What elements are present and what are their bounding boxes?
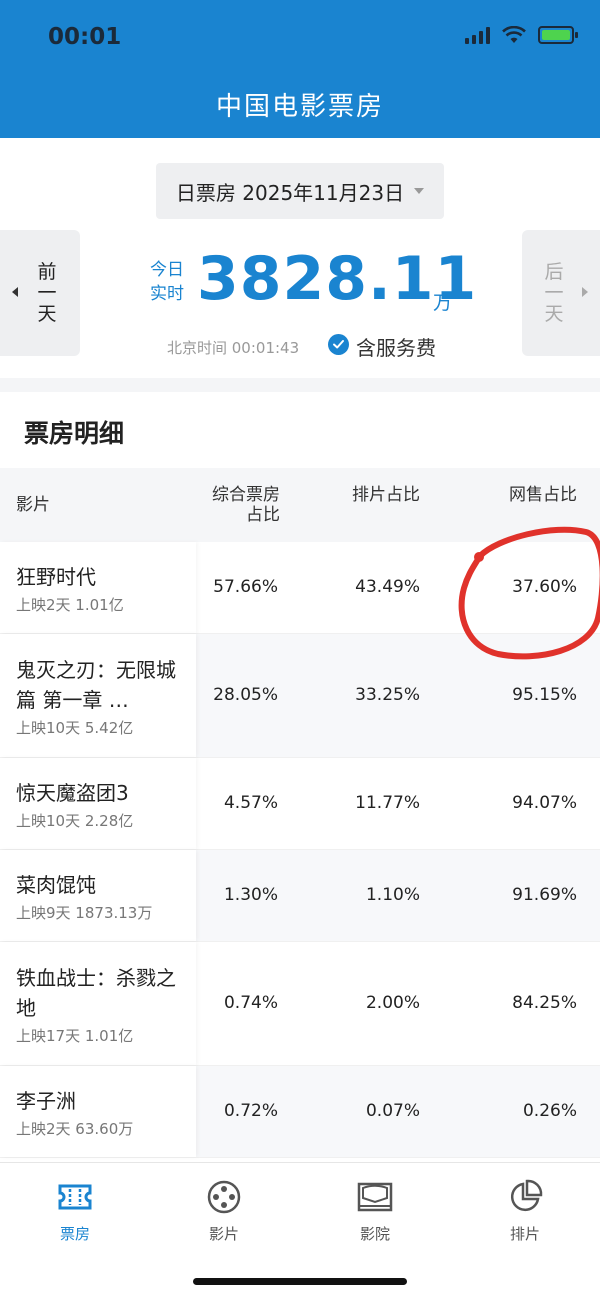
film-name[interactable]: 菜肉馄饨: [16, 850, 181, 900]
beijing-time: 北京时间 00:01:43: [167, 339, 300, 357]
film-cell[interactable]: 菜肉馄饨上映9天 1873.13万: [0, 850, 196, 941]
tab-schedule[interactable]: 排片: [475, 1179, 575, 1244]
schedule-share-cell: 0.07%: [365, 1101, 420, 1121]
check-circle-icon[interactable]: [328, 334, 349, 355]
box-share-cell: 28.05%: [213, 685, 278, 705]
ticket-icon: [25, 1179, 125, 1215]
film-info: 上映10天 2.28亿: [16, 812, 134, 830]
film-cell[interactable]: 鬼灭之刃：无限城篇 第一章 … 上映10天 5.42亿: [0, 634, 196, 757]
film-info: 上映10天 5.42亿: [16, 719, 134, 737]
tab-label: 影院: [359, 1225, 390, 1243]
tab-label: 票房: [59, 1225, 90, 1243]
online-share-cell: 37.60%: [512, 577, 577, 597]
pie-chart-icon: [475, 1179, 575, 1215]
col-schedule-share[interactable]: 排片占比: [352, 485, 420, 505]
date-selector[interactable]: 日票房 2025年11月23日: [156, 163, 444, 219]
online-share-cell: 95.15%: [512, 685, 577, 705]
film-name[interactable]: 惊天魔盗团3: [16, 758, 181, 808]
date-selector-label: 日票房 2025年11月23日: [175, 180, 405, 205]
box-share-cell: 57.66%: [213, 577, 278, 597]
film-name[interactable]: 李子洲: [16, 1066, 181, 1116]
col-online-share[interactable]: 网售占比: [509, 485, 577, 505]
prev-day-label: 前一天: [37, 260, 57, 325]
app-header: 00:01 中国电影票房: [0, 0, 600, 138]
film-name[interactable]: 狂野时代: [16, 542, 181, 592]
detail-title: 票房明细: [24, 419, 125, 448]
schedule-share-cell: 2.00%: [365, 993, 420, 1013]
next-day-label: 后一天: [544, 260, 564, 325]
tab-bar: 票房 影片 影院 排片: [0, 1162, 600, 1297]
table-header: 影片 综合票房占比 排片占比 网售占比: [0, 468, 600, 542]
film-cell[interactable]: 铁血战士：杀戮之地上映17天 1.01亿: [0, 942, 196, 1065]
box-office-detail: 票房明细 影片 综合票房占比 排片占比 网售占比 狂野时代上映2天 1.01亿 5…: [0, 392, 600, 1162]
tab-films[interactable]: 影片: [174, 1179, 274, 1244]
schedule-share-cell: 33.25%: [355, 685, 420, 705]
film-cell[interactable]: 惊天魔盗团3 上映10天 2.28亿: [0, 758, 196, 849]
online-share-cell: 0.26%: [522, 1101, 577, 1121]
schedule-share-cell: 11.77%: [355, 793, 420, 813]
tab-box-office[interactable]: 票房: [25, 1179, 125, 1244]
chevron-down-icon: [414, 188, 425, 194]
schedule-share-cell: 43.49%: [355, 577, 420, 597]
signal-icon: [465, 26, 490, 44]
table-row[interactable]: 狂野时代上映2天 1.01亿 57.66% 43.49% 37.60%: [0, 542, 600, 634]
col-film: 影片: [16, 495, 50, 515]
box-share-cell: 1.30%: [223, 885, 278, 905]
next-day-button[interactable]: 后一天: [522, 230, 600, 356]
box-share-cell: 0.74%: [223, 993, 278, 1013]
chevron-left-icon: [12, 287, 18, 297]
tab-cinemas[interactable]: 影院: [325, 1179, 425, 1244]
chevron-right-icon: [582, 287, 588, 297]
table-row[interactable]: 李子洲上映2天 63.60万 0.72% 0.07% 0.26%: [0, 1066, 600, 1158]
online-share-cell: 94.07%: [512, 793, 577, 813]
today-realtime-label: 今日实时: [150, 260, 184, 304]
box-office-summary: 日票房 2025年11月23日 前一天 后一天 今日实时 3828.11 万 北…: [0, 138, 600, 378]
film-name[interactable]: 鬼灭之刃：无限城篇 第一章 …: [16, 634, 181, 715]
box-share-cell: 4.57%: [223, 793, 278, 813]
box-office-table: 影片 综合票房占比 排片占比 网售占比 狂野时代上映2天 1.01亿 57.66%…: [0, 468, 600, 1158]
table-row[interactable]: 惊天魔盗团3 上映10天 2.28亿 4.57% 11.77% 94.07%: [0, 758, 600, 850]
prev-day-button[interactable]: 前一天: [0, 230, 80, 356]
film-name[interactable]: 铁血战士：杀戮之地: [16, 942, 181, 1023]
online-share-cell: 91.69%: [512, 885, 577, 905]
page-title: 中国电影票房: [215, 92, 384, 122]
schedule-share-cell: 1.10%: [365, 885, 420, 905]
table-row[interactable]: 铁血战士：杀戮之地上映17天 1.01亿 0.74% 2.00% 84.25%: [0, 942, 600, 1066]
online-share-cell: 84.25%: [512, 993, 577, 1013]
tab-label: 影片: [208, 1225, 239, 1243]
film-cell[interactable]: 李子洲上映2天 63.60万: [0, 1066, 196, 1157]
film-info: 上映2天 63.60万: [16, 1120, 134, 1138]
table-row[interactable]: 鬼灭之刃：无限城篇 第一章 … 上映10天 5.42亿 28.05% 33.25% 95…: [0, 634, 600, 758]
box-share-cell: 0.72%: [223, 1101, 278, 1121]
table-row[interactable]: 菜肉馄饨上映9天 1873.13万 1.30% 1.10% 91.69%: [0, 850, 600, 942]
film-info: 上映2天 1.01亿: [16, 596, 124, 614]
battery-icon: [538, 26, 578, 44]
film-reel-icon: [174, 1179, 274, 1215]
film-info: 上映9天 1873.13万: [16, 904, 153, 922]
film-cell[interactable]: 狂野时代上映2天 1.01亿: [0, 542, 196, 633]
status-icons: [465, 26, 578, 44]
cinema-screen-icon: [325, 1179, 425, 1215]
col-box-share[interactable]: 综合票房占比: [206, 485, 280, 525]
film-info: 上映17天 1.01亿: [16, 1027, 134, 1045]
tab-label: 排片: [509, 1225, 540, 1243]
status-time: 00:01: [48, 24, 122, 50]
home-indicator[interactable]: [193, 1278, 407, 1285]
service-fee-toggle[interactable]: 含服务费: [356, 332, 436, 361]
wifi-icon: [502, 26, 526, 43]
total-unit: 万: [433, 292, 453, 314]
